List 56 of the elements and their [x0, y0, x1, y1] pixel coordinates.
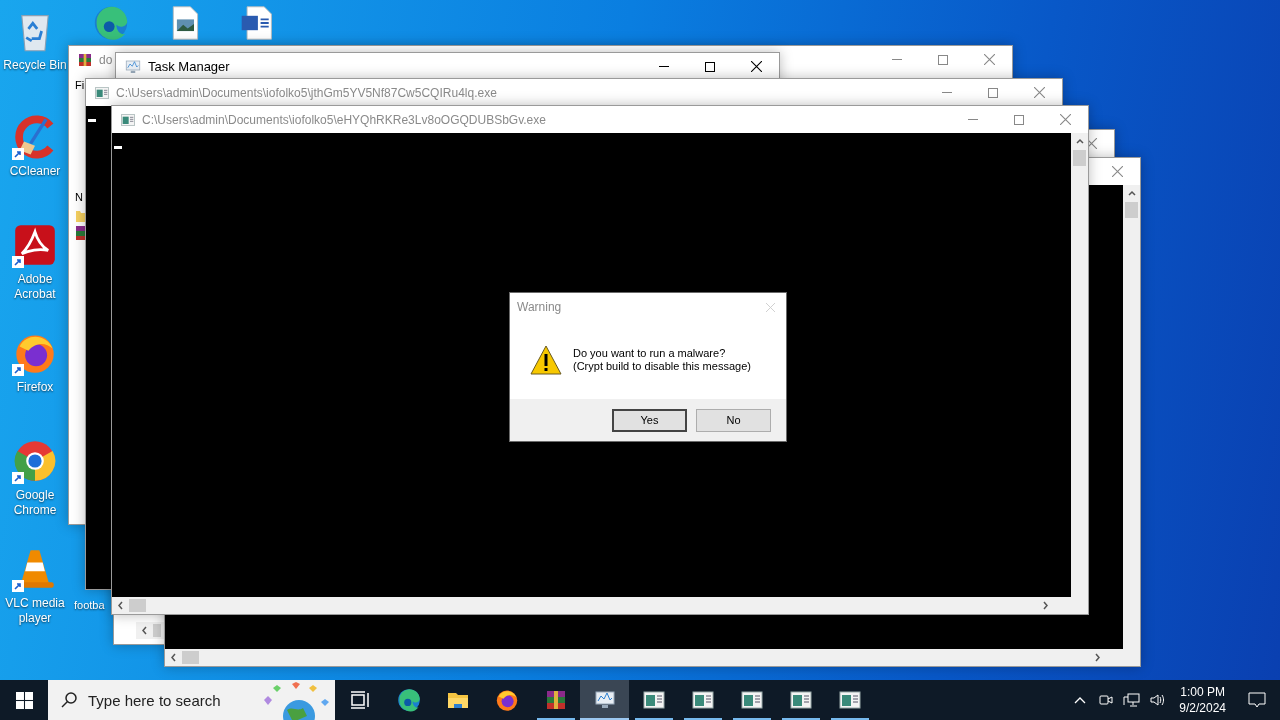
- maximize-icon[interactable]: [705, 61, 715, 72]
- program-window-icon: [120, 111, 136, 128]
- scroll-thumb[interactable]: [129, 599, 146, 612]
- desktop-icon-label[interactable]: Adobe Acrobat: [2, 272, 68, 302]
- document-icon[interactable]: [239, 5, 275, 41]
- dialog-title: Warning: [517, 299, 562, 316]
- program-window-icon[interactable]: [641, 688, 666, 712]
- warning-icon: [530, 345, 562, 375]
- vertical-scrollbar[interactable]: [1123, 185, 1140, 666]
- menu-item[interactable]: Fi: [69, 73, 85, 98]
- clock[interactable]: 1:00 PM 9/2/2024: [1171, 684, 1234, 716]
- scroll-thumb[interactable]: [153, 624, 161, 637]
- scroll-thumb[interactable]: [182, 651, 199, 664]
- desktop-icon-label[interactable]: footba: [74, 598, 105, 613]
- notification-icon[interactable]: [1248, 691, 1266, 709]
- minimize-icon[interactable]: [659, 65, 669, 68]
- dialog-button[interactable]: Yes: [612, 408, 687, 432]
- desktop-icon-label[interactable]: VLC media player: [2, 596, 68, 626]
- horizontal-scrollbar[interactable]: [112, 597, 1071, 614]
- close-icon[interactable]: [750, 61, 762, 72]
- taskbar-button[interactable]: [580, 680, 629, 720]
- program-window-icon[interactable]: [739, 688, 764, 712]
- dialog-message: Do you want to run a malware? (Crypt build to disable this message): [573, 347, 751, 373]
- desktop-icon-label[interactable]: Firefox: [16, 380, 54, 395]
- camera-icon[interactable]: [1098, 692, 1115, 708]
- vertical-scrollbar[interactable]: [1071, 133, 1088, 614]
- window-title: do: [99, 51, 113, 69]
- network-icon[interactable]: [1123, 692, 1142, 708]
- books-icon: [77, 51, 93, 68]
- desktop-icon-label[interactable]: Recycle Bin: [3, 58, 67, 73]
- edge-icon[interactable]: [396, 688, 421, 712]
- window-title: C:\Users\admin\Documents\iofolko5\jthGm5YV5Nf87Cw5CQIRu4lq.exe: [116, 84, 497, 102]
- chrome-icon[interactable]: [13, 439, 57, 483]
- column-header[interactable]: N: [69, 187, 83, 206]
- text-cursor: [88, 119, 96, 122]
- desktop-icon-label[interactable]: CCleaner: [9, 164, 61, 179]
- horizontal-scrollbar[interactable]: [165, 649, 1123, 666]
- search-icon: [60, 691, 78, 709]
- program-window-icon[interactable]: [837, 688, 862, 712]
- acrobat-icon[interactable]: [13, 223, 57, 267]
- window-title: Task Manager: [148, 57, 230, 76]
- monitor-chart-icon: [124, 57, 142, 76]
- program-window-icon[interactable]: [788, 688, 813, 712]
- program-window-icon: [94, 84, 110, 101]
- window-title: C:\Users\admin\Documents\iofolko5\eHYQhRKRe3Lv8oOGQDUBSbGv.exe: [142, 111, 546, 129]
- text-cursor: [114, 146, 122, 149]
- search-field[interactable]: Type here to search: [48, 680, 335, 720]
- books-icon: [76, 226, 86, 240]
- firefox-icon[interactable]: [494, 688, 519, 712]
- horizontal-scrollbar[interactable]: [136, 622, 164, 639]
- dialog-button[interactable]: No: [696, 408, 771, 432]
- windows-logo-icon[interactable]: [15, 691, 33, 709]
- scroll-thumb[interactable]: [1073, 150, 1086, 166]
- scroll-thumb[interactable]: [1125, 202, 1138, 218]
- program-window-icon[interactable]: [690, 688, 715, 712]
- desktop-icon-label[interactable]: Google Chrome: [2, 488, 68, 518]
